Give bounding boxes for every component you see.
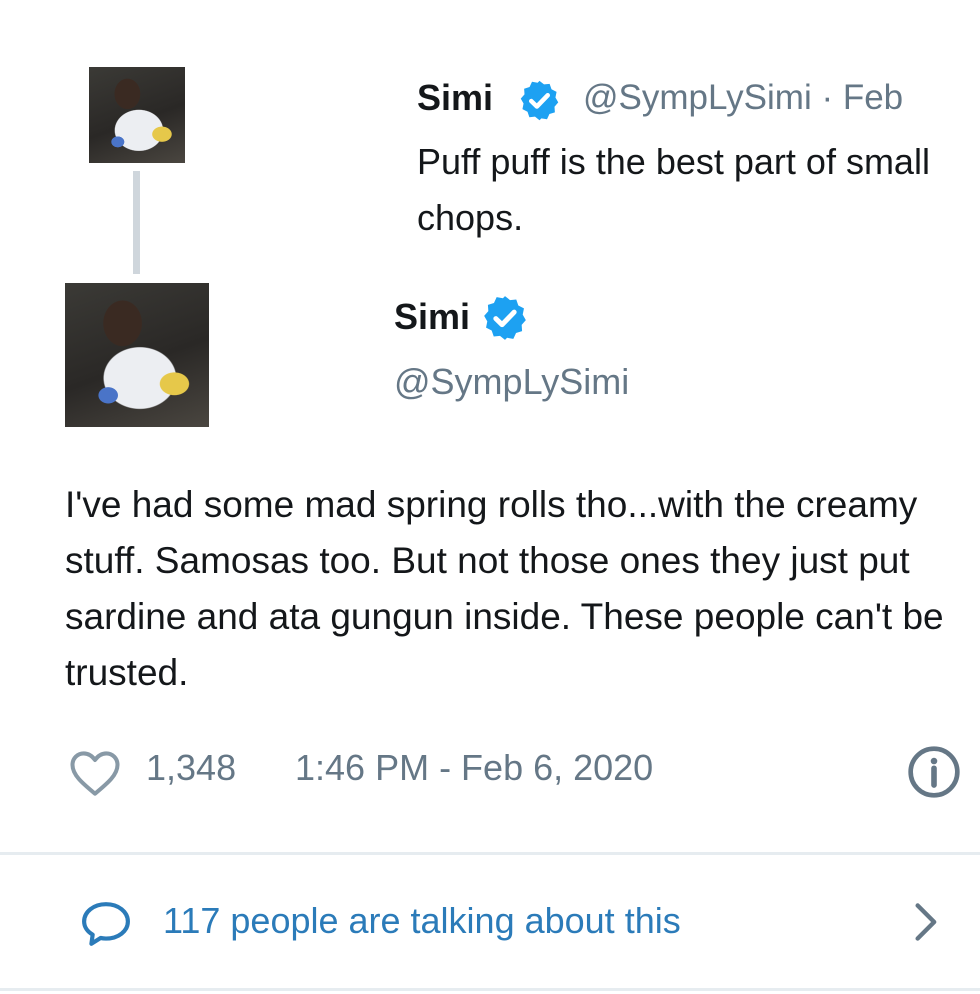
like-count[interactable]: 1,348 (146, 746, 236, 790)
verified-badge-icon (520, 80, 559, 121)
conversation-link[interactable]: 117 people are talking about this (163, 898, 681, 944)
verified-badge-icon (484, 296, 526, 340)
divider (0, 988, 980, 991)
tweet-timestamp[interactable]: 1:46 PM - Feb 6, 2020 (295, 746, 653, 790)
main-tweet-avatar[interactable] (65, 283, 209, 427)
chat-bubble-icon[interactable] (78, 899, 134, 949)
quoted-tweet-avatar[interactable] (89, 67, 185, 163)
chevron-right-icon[interactable] (908, 900, 942, 944)
main-tweet-text: I've had some mad spring rolls tho...wit… (65, 484, 944, 693)
info-icon[interactable] (906, 744, 962, 800)
divider (0, 852, 980, 855)
thread-connector-line (133, 171, 140, 274)
main-tweet-author-name[interactable]: Simi (394, 295, 470, 339)
quoted-tweet-author-name[interactable]: Simi (417, 76, 493, 120)
main-tweet-handle[interactable]: @SympLySimi (394, 360, 629, 404)
quoted-tweet-text: Puff puff is the best part of small chop… (417, 141, 930, 238)
heart-icon[interactable] (68, 748, 122, 798)
quoted-tweet-handle-date[interactable]: @SympLySimi · Feb (583, 76, 903, 120)
